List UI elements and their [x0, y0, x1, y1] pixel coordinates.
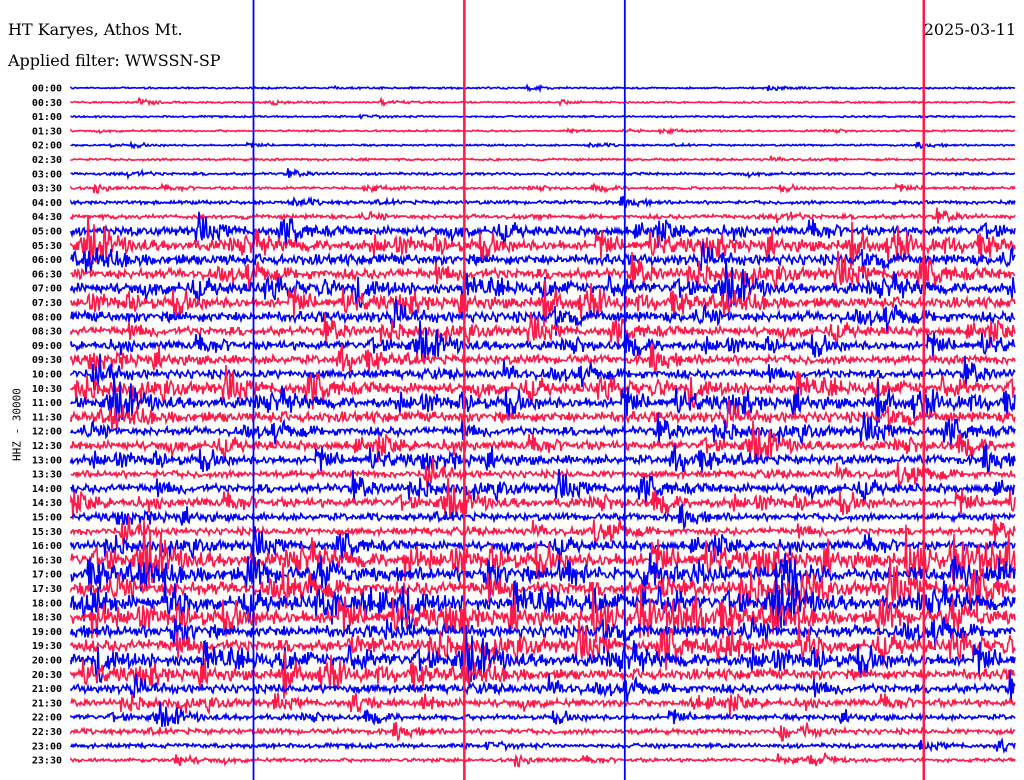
trace-row	[70, 737, 1016, 754]
trace-row	[70, 195, 1016, 210]
row-time-label: 09:30	[32, 355, 62, 366]
trace-row	[70, 752, 1016, 768]
row-time-label: 03:00	[32, 169, 62, 180]
row-time-label: 14:00	[32, 484, 62, 495]
row-time-label: 10:30	[32, 384, 62, 395]
row-time-label: 06:30	[32, 269, 62, 280]
row-time-label: 23:30	[32, 756, 62, 767]
row-time-label: 12:00	[32, 427, 62, 438]
helicorder-plot: 00:00 00:30 01:00 01:30 02:00 02:30 03:00 03:30…	[32, 0, 1016, 780]
trace-row	[70, 721, 1016, 743]
row-time-label: 05:30	[32, 241, 62, 252]
row-time-label: 19:00	[32, 627, 62, 638]
row-time-label: 13:00	[32, 455, 62, 466]
row-time-label: 03:30	[32, 184, 62, 195]
row-time-label: 17:30	[32, 584, 62, 595]
row-time-label: 07:30	[32, 298, 62, 309]
trace-row	[70, 155, 1016, 163]
trace-row	[70, 126, 1016, 136]
row-time-label: 16:00	[32, 541, 62, 552]
row-time-label: 02:00	[32, 141, 62, 152]
trace-row	[70, 139, 1016, 150]
row-time-label: 04:30	[32, 212, 62, 223]
row-time-label: 16:30	[32, 555, 62, 566]
row-time-label: 01:00	[32, 112, 62, 123]
row-time-label: 02:30	[32, 155, 62, 166]
row-time-label: 13:30	[32, 470, 62, 481]
row-time-label: 23:00	[32, 741, 62, 752]
row-time-label: 06:00	[32, 255, 62, 266]
row-time-label: 05:00	[32, 227, 62, 238]
trace-row	[70, 167, 1016, 181]
row-time-label: 07:00	[32, 284, 62, 295]
row-time-label: 15:30	[32, 527, 62, 538]
trace-row	[70, 215, 1016, 270]
row-time-label: 00:00	[32, 84, 62, 95]
row-time-label: 14:30	[32, 498, 62, 509]
row-time-label: 11:00	[32, 398, 62, 409]
row-time-label: 22:00	[32, 713, 62, 724]
row-time-label: 20:00	[32, 656, 62, 667]
row-time-label: 04:00	[32, 198, 62, 209]
row-time-label: 21:00	[32, 684, 62, 695]
trace-row	[70, 692, 1016, 717]
row-time-label: 22:30	[32, 727, 62, 738]
trace-row	[70, 113, 1016, 120]
row-time-label: 15:00	[32, 513, 62, 524]
row-time-label: 11:30	[32, 412, 62, 423]
row-time-label: 21:30	[32, 698, 62, 709]
row-time-label: 08:00	[32, 312, 62, 323]
row-time-label: 19:30	[32, 641, 62, 652]
trace-row	[70, 207, 1016, 224]
row-time-label: 08:30	[32, 327, 62, 338]
trace-row	[70, 96, 1016, 108]
row-time-label: 20:30	[32, 670, 62, 681]
row-time-label: 18:30	[32, 613, 62, 624]
trace-row	[70, 182, 1016, 194]
row-time-label: 17:00	[32, 570, 62, 581]
row-time-label: 10:00	[32, 370, 62, 381]
trace-row	[70, 83, 1016, 94]
row-time-label: 01:30	[32, 126, 62, 137]
row-time-label: 18:00	[32, 598, 62, 609]
row-time-label: 09:00	[32, 341, 62, 352]
row-time-label: 00:30	[32, 98, 62, 109]
row-time-label: 12:30	[32, 441, 62, 452]
